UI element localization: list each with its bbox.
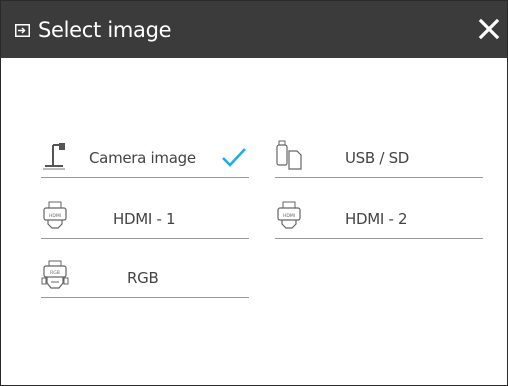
title-bar: Select image xyxy=(1,1,507,58)
option-usb-sd[interactable]: USB / SD xyxy=(275,139,483,178)
option-hdmi-2[interactable]: HDMI HDMI - 2 xyxy=(275,200,483,239)
option-camera-image[interactable]: Camera image xyxy=(41,139,249,178)
option-label: RGB xyxy=(127,269,159,287)
input-source-icon xyxy=(15,24,30,37)
svg-text:RGB: RGB xyxy=(50,270,60,276)
usb-sd-icon xyxy=(276,140,302,170)
dialog-title: Select image xyxy=(38,18,172,42)
hdmi-icon: HDMI xyxy=(277,201,301,229)
option-label: USB / SD xyxy=(345,149,410,167)
hdmi-icon: HDMI xyxy=(43,201,67,229)
option-label: Camera image xyxy=(89,149,196,167)
svg-text:HDMI: HDMI xyxy=(49,213,61,219)
option-hdmi-1[interactable]: HDMI HDMI - 1 xyxy=(41,200,249,239)
document-camera-icon xyxy=(43,143,65,170)
vga-connector-icon: RGB xyxy=(41,260,69,289)
close-icon[interactable] xyxy=(477,17,501,41)
option-label: HDMI - 1 xyxy=(113,210,176,228)
option-label: HDMI - 2 xyxy=(345,210,408,228)
select-image-dialog: Select image Camera image USB / SD HDMI … xyxy=(0,0,508,386)
checkmark-icon xyxy=(222,148,246,167)
svg-text:HDMI: HDMI xyxy=(283,213,295,219)
option-rgb[interactable]: RGB RGB xyxy=(41,259,249,298)
